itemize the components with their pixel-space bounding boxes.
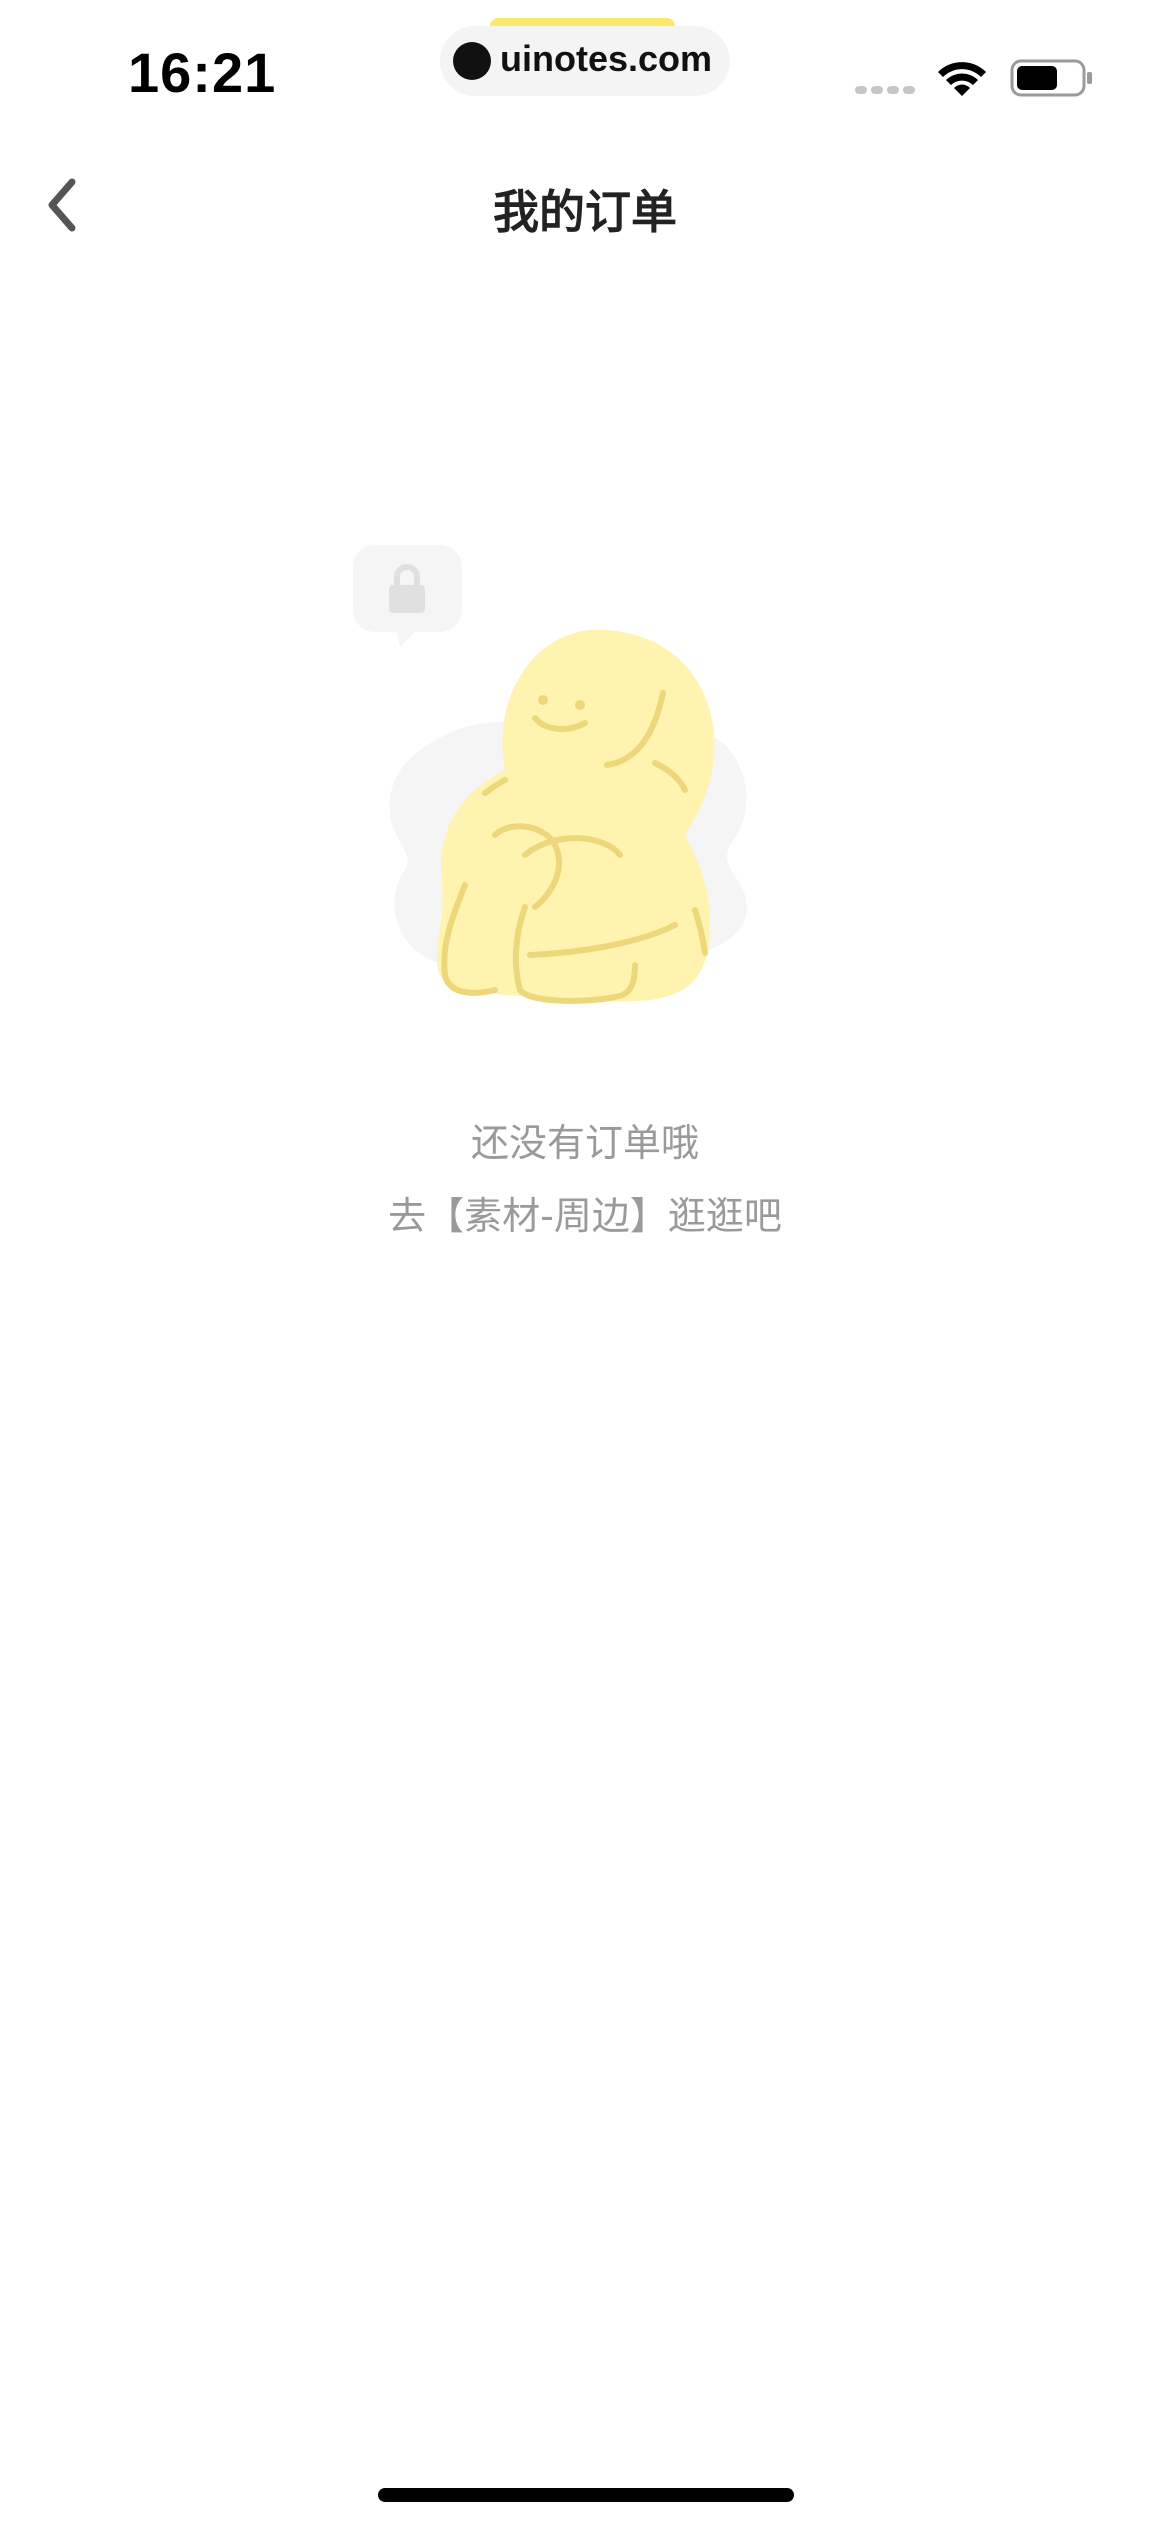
character xyxy=(436,629,715,1004)
wifi-icon xyxy=(938,62,986,96)
status-bar: 16:21 uinotes.com xyxy=(0,0,1170,140)
battery-icon xyxy=(1010,59,1092,97)
empty-orders-illustration xyxy=(353,545,747,1004)
watermark-text: uinotes.com xyxy=(500,38,713,79)
signal-icon xyxy=(855,86,915,94)
page-title: 我的订单 xyxy=(493,185,677,239)
nav-bar: 我的订单 xyxy=(0,140,1170,270)
watermark-logo-icon xyxy=(453,42,491,80)
lock-bubble-icon xyxy=(353,545,462,647)
empty-state-title: 还没有订单哦 xyxy=(470,1121,699,1165)
empty-state-hint[interactable]: 去【素材-周边】逛逛吧 xyxy=(0,1185,1170,1240)
status-time: 16:21 xyxy=(128,41,277,104)
home-indicator[interactable] xyxy=(378,2488,794,2502)
